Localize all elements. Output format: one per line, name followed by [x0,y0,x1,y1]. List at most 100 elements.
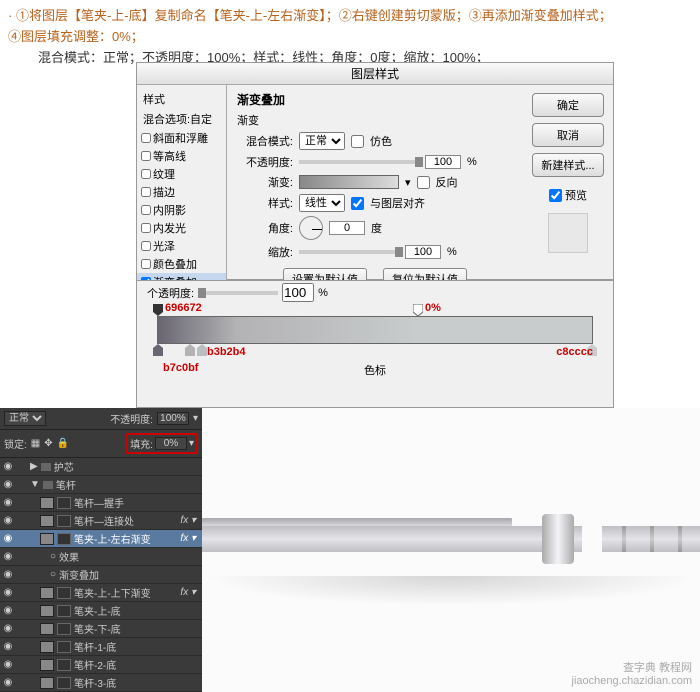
style-checkbox[interactable] [141,187,151,197]
mask-thumb [57,587,71,599]
chevron-down-icon[interactable]: ▾ [193,413,198,424]
style-select[interactable]: 线性 [299,194,345,212]
visibility-icon[interactable]: ◉ [2,569,14,580]
layer-row[interactable]: ◉笔杆—连接处fx ▾ [0,512,202,530]
opacity-slider[interactable] [299,160,419,164]
layer-row[interactable]: ◉笔夹-上-上下渐变fx ▾ [0,584,202,602]
layer-row[interactable]: ◉ ▼ 笔杆 [0,476,202,494]
gradient-dropdown-icon[interactable]: ▾ [405,176,411,189]
visibility-icon[interactable]: ◉ [2,659,14,670]
lock-position-icon[interactable]: ✥ [44,438,52,449]
style-item[interactable]: 斜面和浮雕 [137,129,226,147]
mask-thumb [57,677,71,689]
styles-label[interactable]: 样式 [137,89,226,109]
dither-checkbox[interactable] [351,135,364,148]
style-checkbox[interactable] [141,259,151,269]
visibility-icon[interactable]: ◉ [2,533,14,544]
visibility-icon[interactable]: ◉ [2,497,14,508]
reverse-checkbox[interactable] [417,176,430,189]
angle-dial[interactable] [299,216,323,240]
visibility-icon[interactable]: ◉ [2,587,14,598]
layer-row[interactable]: ◉笔夹-上-底 [0,602,202,620]
gradient-preview[interactable] [299,175,399,189]
gradient-bar[interactable]: 696672 0% b3b2b4 b7c0bf c8cccc [157,316,593,344]
section-sub: 渐变 [237,112,513,128]
annot-696672: 696672 [165,302,202,314]
opacity-stop[interactable] [153,304,163,316]
ge-opacity-label: 个透明度: [147,285,194,301]
layer-row[interactable]: ◉▶护芯 [0,458,202,476]
scale-input[interactable] [405,245,441,259]
style-checkbox[interactable] [141,151,151,161]
layer-thumb [40,623,54,635]
fx-badge[interactable]: fx ▾ [180,587,200,598]
opacity-stop[interactable] [413,304,423,316]
layer-fill-input[interactable] [155,437,187,450]
layer-thumb [40,497,54,509]
style-item[interactable]: 描边 [137,183,226,201]
style-checkbox[interactable] [141,205,151,215]
style-item[interactable]: 内发光 [137,219,226,237]
lock-pixels-icon[interactable]: ▦ [31,438,40,449]
layer-row[interactable]: ◉○效果 [0,548,202,566]
visibility-icon[interactable]: ◉ [2,641,14,652]
style-checkbox[interactable] [141,223,151,233]
style-item[interactable]: 纹理 [137,165,226,183]
fx-badge[interactable]: fx ▾ [180,533,200,544]
layer-row[interactable]: ◉笔杆—握手 [0,494,202,512]
layer-row[interactable]: ◉笔杆-3-底 [0,674,202,692]
style-item[interactable]: 颜色叠加 [137,255,226,273]
visibility-icon[interactable]: ◉ [2,479,14,490]
layer-row[interactable]: ◉ 笔杆-1-底 [0,638,202,656]
layer-row[interactable]: ◉笔夹-上-左右渐变fx ▾ [0,530,202,548]
sub-icon: ○ [50,551,56,562]
style-checkbox[interactable] [141,169,151,179]
layer-row[interactable]: ◉笔杆-2-底 [0,656,202,674]
cancel-button[interactable]: 取消 [532,123,604,147]
ge-opacity-slider[interactable] [198,291,278,295]
lock-all-icon[interactable]: 🔒 [57,438,69,449]
fx-badge[interactable]: fx ▾ [180,515,200,526]
visibility-icon[interactable]: ◉ [2,677,14,688]
annot-b3b2b4: b3b2b4 [207,346,246,358]
layer-thumb [40,533,54,545]
align-checkbox[interactable] [351,197,364,210]
ok-button[interactable]: 确定 [532,93,604,117]
visibility-icon[interactable]: ◉ [2,461,14,472]
color-stop[interactable] [185,344,195,356]
gradient-overlay-panel: 渐变叠加 渐变 混合模式: 正常 仿色 不透明度: % 渐变: ▾ 反向 样式: [227,85,523,281]
angle-input[interactable] [329,221,365,235]
disclosure-icon[interactable]: ▶ [30,461,38,472]
layer-row[interactable]: ◉○渐变叠加 [0,566,202,584]
style-item[interactable]: 等高线 [137,147,226,165]
layer-opacity-input[interactable] [157,412,189,425]
style-checkbox[interactable] [141,241,151,251]
color-stop[interactable] [197,344,207,356]
watermark: 查字典 教程网 jiaocheng.chazidian.com [572,662,692,688]
disclosure-icon[interactable]: ▼ [30,479,40,490]
layer-name: 笔杆-1-底 [74,639,116,654]
mask-thumb [57,659,71,671]
visibility-icon[interactable]: ◉ [2,605,14,616]
ge-opacity-input[interactable] [282,283,314,302]
style-item[interactable]: 光泽 [137,237,226,255]
style-checkbox[interactable] [141,133,151,143]
visibility-icon[interactable]: ◉ [2,515,14,526]
blend-options-label[interactable]: 混合选项:自定 [137,109,226,129]
visibility-icon[interactable]: ◉ [2,551,14,562]
opacity-input[interactable] [425,155,461,169]
color-stop[interactable] [153,344,163,356]
scale-slider[interactable] [299,250,399,254]
blend-mode-select[interactable]: 正常 [299,132,345,150]
chevron-down-icon[interactable]: ▾ [189,438,194,449]
new-style-button[interactable]: 新建样式... [532,153,604,177]
layer-blend-select[interactable]: 正常 [4,411,46,426]
visibility-icon[interactable]: ◉ [2,623,14,634]
mask-thumb [57,533,71,545]
preview-checkbox[interactable] [549,189,562,202]
mask-thumb [57,623,71,635]
layer-row[interactable]: ◉笔夹-下-底 [0,620,202,638]
layer-name: 笔杆 [56,477,76,492]
style-item[interactable]: 内阴影 [137,201,226,219]
layer-thumb [40,515,54,527]
